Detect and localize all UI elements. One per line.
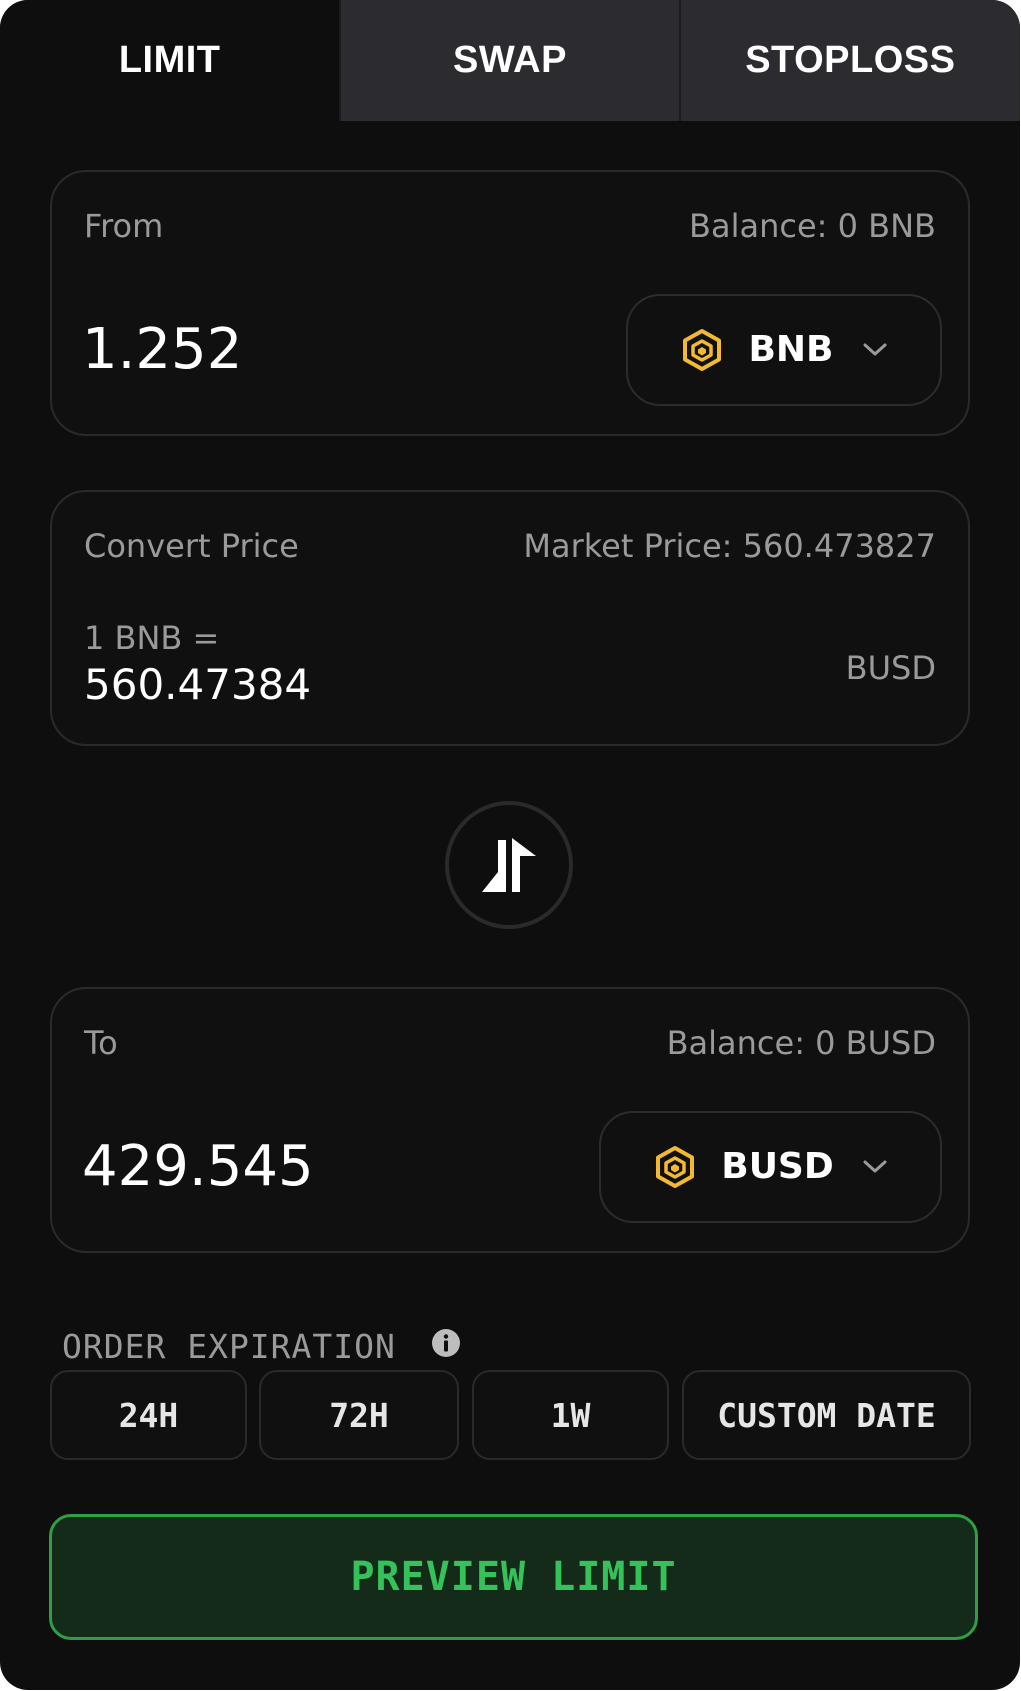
busd-logo-icon: [656, 1146, 695, 1188]
from-label: From: [84, 207, 164, 245]
limit-order-panel: LIMIT SWAP STOPLOSS From Balance: 0 BNB …: [0, 0, 1020, 1690]
order-type-tabs: LIMIT SWAP STOPLOSS: [0, 0, 1020, 121]
to-card: To Balance: 0 BUSD 429.545 BUSD: [50, 987, 970, 1253]
rate-value-input[interactable]: 560.47384: [84, 664, 311, 706]
chevron-down-icon: [863, 1160, 887, 1173]
market-price: Market Price: 560.473827: [523, 527, 936, 565]
rate-unit: BUSD: [845, 649, 936, 687]
order-expiration-label: ORDER EXPIRATION: [62, 1327, 396, 1366]
from-balance: Balance: 0 BNB: [689, 207, 936, 245]
from-card: From Balance: 0 BNB 1.252 BNB: [50, 170, 970, 436]
to-token-selector[interactable]: BUSD: [599, 1111, 942, 1223]
to-amount-input[interactable]: 429.545: [82, 1139, 314, 1195]
rate-prefix: 1 BNB =: [84, 619, 220, 657]
convert-price-card: Convert Price Market Price: 560.473827 1…: [50, 490, 970, 746]
expiration-24h-button[interactable]: 24H: [50, 1370, 247, 1460]
from-amount-input[interactable]: 1.252: [82, 322, 242, 378]
chevron-down-icon: [863, 343, 886, 356]
to-balance: Balance: 0 BUSD: [666, 1024, 936, 1062]
tab-swap[interactable]: SWAP: [339, 0, 679, 121]
tab-stoploss[interactable]: STOPLOSS: [678, 0, 1020, 121]
expiration-1w-button[interactable]: 1W: [472, 1370, 669, 1460]
info-icon[interactable]: [431, 1328, 461, 1358]
to-label: To: [84, 1024, 118, 1062]
swap-direction-button[interactable]: [445, 801, 573, 929]
to-token-name: BUSD: [721, 1146, 834, 1187]
from-token-selector[interactable]: BNB: [626, 294, 942, 406]
from-token-name: BNB: [748, 329, 834, 370]
tab-limit[interactable]: LIMIT: [0, 0, 340, 121]
convert-price-label: Convert Price: [84, 527, 299, 565]
preview-limit-button[interactable]: PREVIEW LIMIT: [49, 1514, 978, 1640]
expiration-72h-button[interactable]: 72H: [259, 1370, 459, 1460]
expiration-custom-date-button[interactable]: CUSTOM DATE: [682, 1370, 971, 1460]
bnb-logo-icon: [683, 329, 722, 371]
swap-arrows-icon: [482, 838, 536, 892]
